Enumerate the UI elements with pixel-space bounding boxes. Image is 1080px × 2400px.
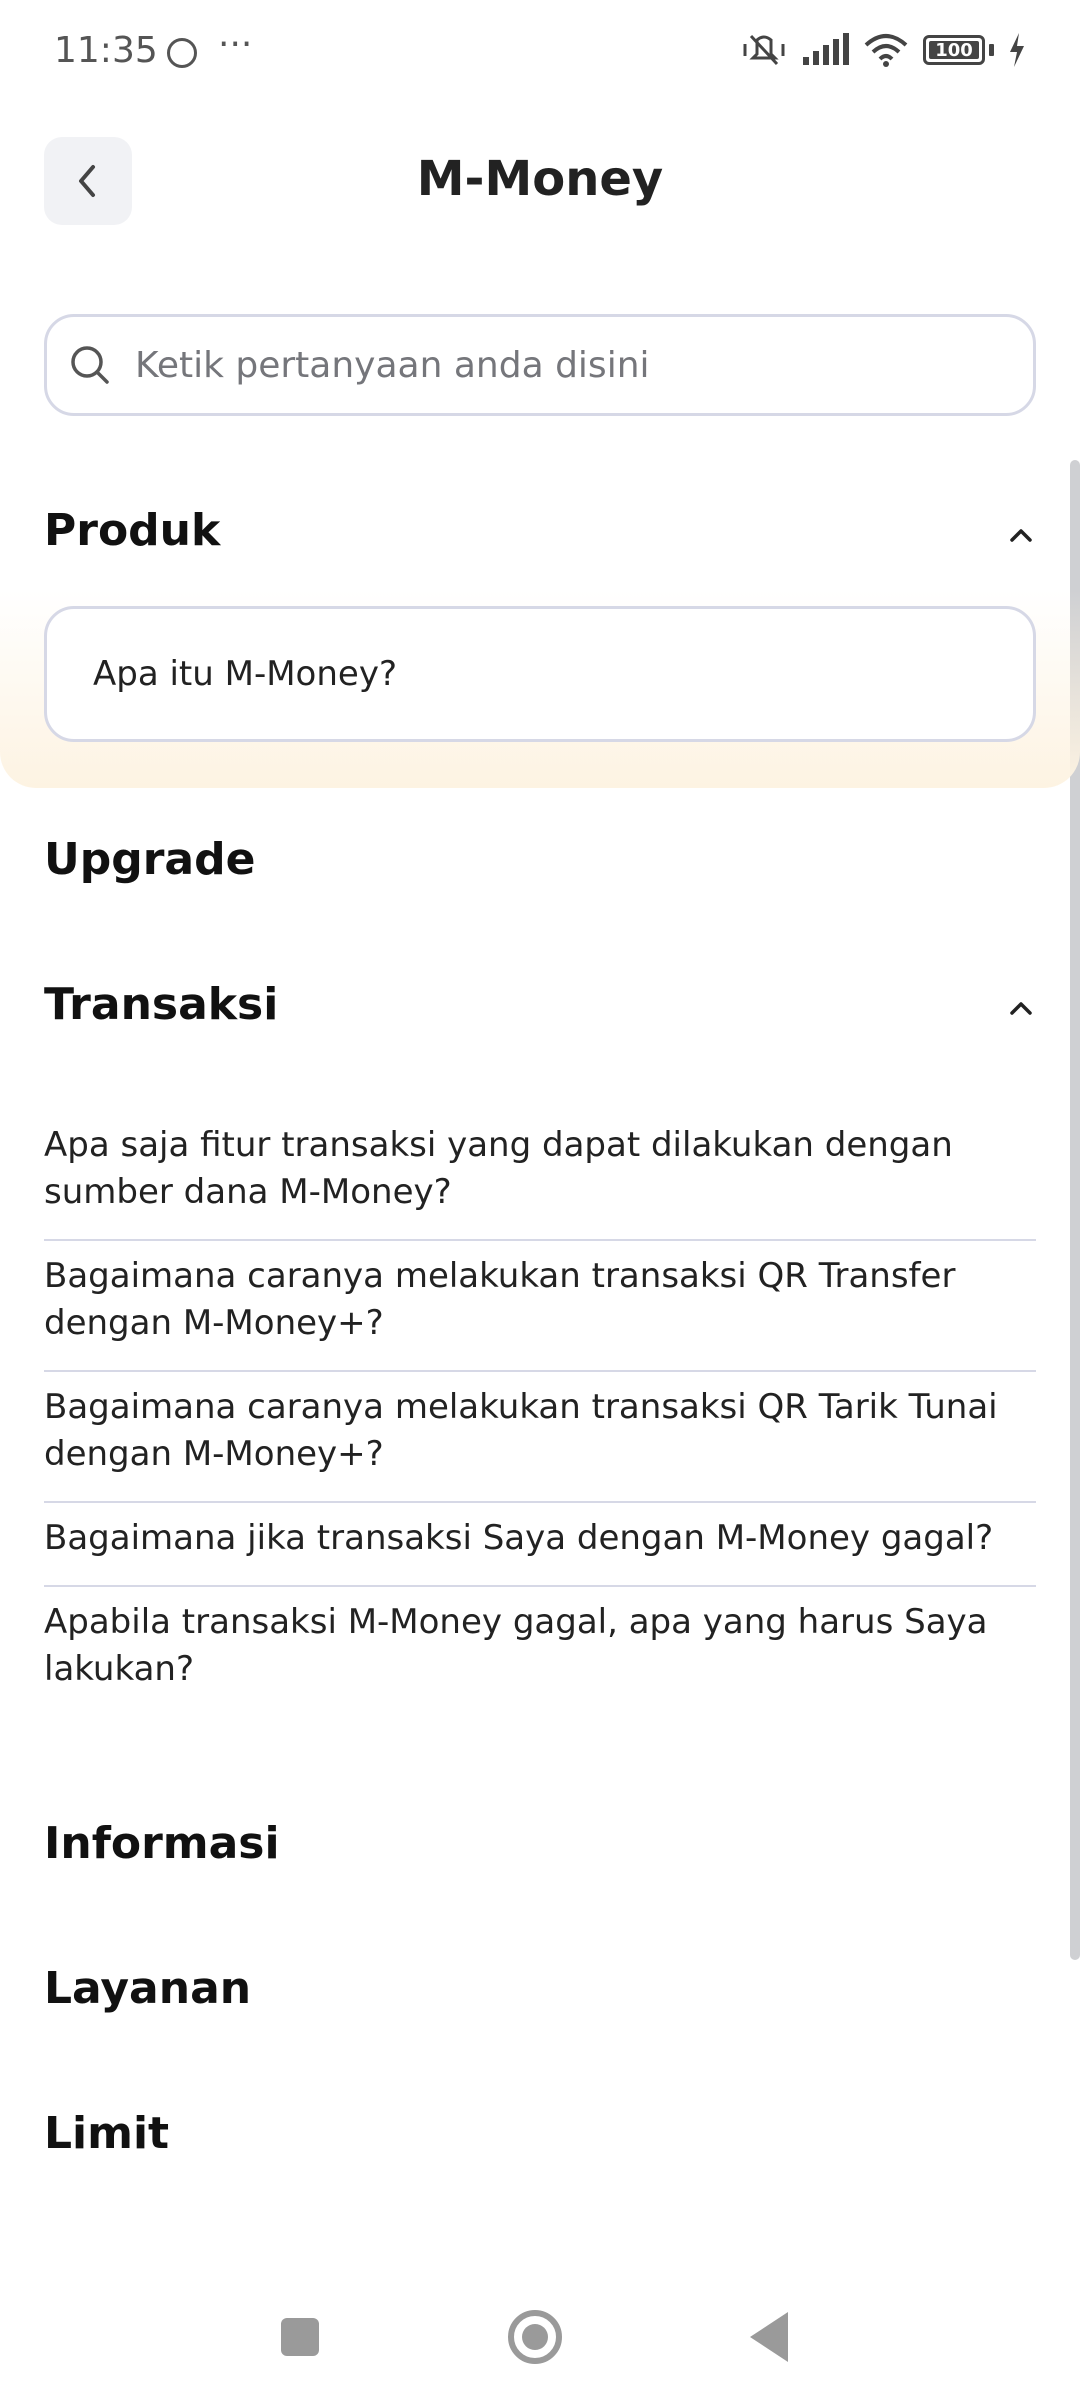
chevron-up-icon[interactable] — [1006, 520, 1036, 550]
home-button[interactable] — [508, 2310, 562, 2364]
more-notifications-icon: ··· — [218, 24, 253, 65]
chevron-up-icon[interactable] — [1006, 993, 1036, 1023]
list-item[interactable]: Bagaimana caranya melakukan transaksi QR… — [44, 1241, 1036, 1372]
notification-face-icon — [167, 38, 197, 68]
mute-vibrate-icon — [743, 34, 785, 66]
page-title: M-Money — [416, 151, 664, 207]
section-header-limit[interactable]: Limit — [44, 2108, 169, 2159]
home-dot-icon — [522, 2324, 548, 2350]
recent-apps-button[interactable] — [281, 2318, 319, 2356]
search-box[interactable] — [44, 314, 1036, 416]
signal-icon — [803, 33, 849, 65]
status-icons: 100 — [741, 32, 1026, 68]
search-icon — [71, 346, 109, 384]
list-item[interactable]: Bagaimana caranya melakukan transaksi QR… — [44, 1372, 1036, 1503]
section-header-produk[interactable]: Produk — [44, 505, 220, 556]
section-header-layanan[interactable]: Layanan — [44, 1963, 251, 2014]
battery-tip — [989, 44, 994, 56]
list-item[interactable]: Bagaimana jika transaksi Saya dengan M-M… — [44, 1503, 1036, 1587]
battery-level: 100 — [935, 39, 973, 61]
status-bar: 11:35 ··· 100 — [0, 0, 1080, 108]
system-navigation-bar — [0, 2268, 1080, 2400]
list-item[interactable]: Apa saja fitur transaksi yang dapat dila… — [44, 1110, 1036, 1241]
charging-icon — [1010, 33, 1024, 67]
wifi-icon — [864, 34, 908, 67]
section-header-informasi[interactable]: Informasi — [44, 1818, 280, 1869]
status-time: 11:35 — [54, 30, 158, 71]
battery-icon: 100 — [923, 35, 985, 65]
faq-item-produk[interactable]: Apa itu M-Money? — [44, 606, 1036, 742]
transaksi-question-list: Apa saja fitur transaksi yang dapat dila… — [44, 1110, 1036, 1716]
list-item[interactable]: Apabila transaksi M-Money gagal, apa yan… — [44, 1587, 1036, 1716]
back-triangle-button[interactable] — [750, 2312, 788, 2362]
section-header-upgrade[interactable]: Upgrade — [44, 834, 255, 885]
section-header-transaksi[interactable]: Transaksi — [44, 979, 278, 1030]
search-input[interactable] — [133, 343, 1017, 387]
